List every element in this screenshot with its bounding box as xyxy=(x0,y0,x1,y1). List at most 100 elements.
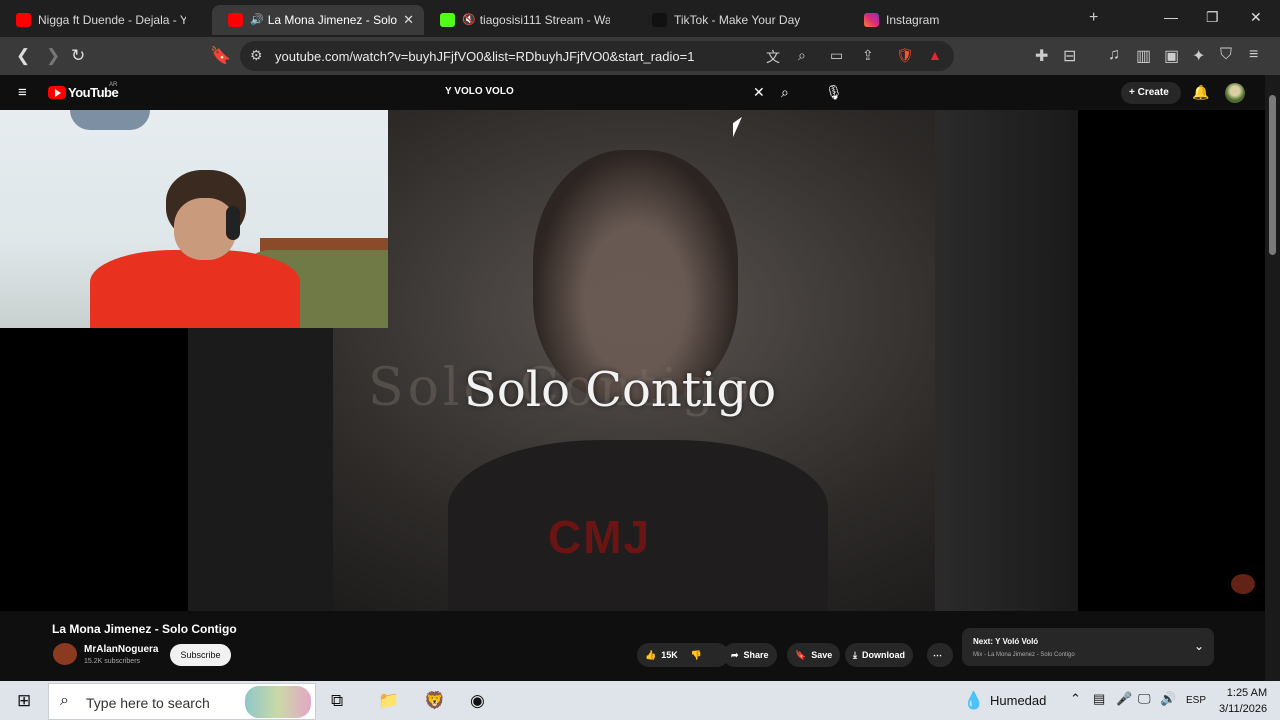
channel-avatar[interactable] xyxy=(53,643,77,665)
windows-start-icon[interactable]: ⊞ xyxy=(17,691,31,711)
monitor-icon[interactable]: 🖵 xyxy=(1138,691,1151,707)
task-view-icon[interactable]: ⧉ xyxy=(331,691,343,711)
video-overlay-title: Solo Contigo xyxy=(464,362,777,418)
restore-button[interactable]: ❐ xyxy=(1206,9,1219,26)
close-window-button[interactable]: ✕ xyxy=(1250,9,1262,26)
channel-watermark-icon[interactable] xyxy=(1231,574,1255,594)
brave-shields-icon[interactable]: 🛡 xyxy=(896,47,914,64)
streamer-figure xyxy=(90,170,300,328)
taskbar-search-placeholder[interactable]: Type here to search xyxy=(86,695,210,711)
up-next-card[interactable]: Next: Y Voló Voló Mix - La Mona Jimenez … xyxy=(962,628,1214,666)
like-dislike-group: 👍 15K 👎 xyxy=(637,643,729,667)
network-icon[interactable]: ▤ xyxy=(1093,691,1105,707)
subscribe-button[interactable]: Subscribe xyxy=(170,644,231,666)
taskbar-clock[interactable]: 1:25 AM 3/11/2026 xyxy=(1219,685,1267,717)
extensions-icon[interactable]: ✚ xyxy=(1035,46,1048,66)
video-title: La Mona Jimenez - Solo Contigo xyxy=(52,622,237,636)
next-video-title[interactable]: Next: Y Voló Voló xyxy=(973,637,1038,646)
tab-search-icon[interactable]: ⊟ xyxy=(1063,46,1076,66)
tab-nigga-ft-duende[interactable]: Nigga ft Duende - Dejala - YouTub xyxy=(0,5,212,35)
tab-instagram[interactable]: Instagram xyxy=(848,5,1060,35)
cast-icon[interactable]: ▭ xyxy=(830,47,843,64)
hamburger-menu-icon[interactable]: ≡ xyxy=(18,84,27,101)
tab-tiagosisi111-stream[interactable]: 🔇 tiagosisi111 Stream - Watch L xyxy=(424,5,636,35)
like-icon[interactable]: 👍 xyxy=(645,650,656,661)
create-button[interactable]: + Create xyxy=(1121,82,1181,104)
youtube-favicon-icon xyxy=(16,12,31,27)
address-bar[interactable]: ⚙ youtube.com/watch?v=buyhJFjfVO0&list=R… xyxy=(240,41,954,71)
page-scrollbar[interactable] xyxy=(1265,75,1280,681)
share-button[interactable]: ➦ Share xyxy=(723,643,777,667)
leo-ai-icon[interactable]: ✦ xyxy=(1192,46,1205,66)
minimize-button[interactable]: — xyxy=(1164,9,1178,25)
share-label: Share xyxy=(743,650,769,660)
video-letterbox-left xyxy=(188,328,333,611)
download-button[interactable]: ⤓ Download xyxy=(845,643,913,667)
close-tab-icon[interactable]: ✕ xyxy=(403,12,414,28)
translate-icon[interactable]: 文 xyxy=(766,47,780,67)
bookmark-icon[interactable]: 🔖 xyxy=(210,46,231,66)
download-label: Download xyxy=(861,650,905,660)
search-input[interactable]: Y VOLO VOLO ✕ xyxy=(436,80,774,106)
wallet-icon[interactable]: ▣ xyxy=(1164,46,1179,66)
avatar[interactable] xyxy=(1225,83,1245,103)
volume-icon[interactable]: 🔊 xyxy=(1160,691,1176,707)
sidebar-icon[interactable]: ▥ xyxy=(1136,46,1151,66)
rewards-icon[interactable]: ▲ xyxy=(928,47,942,63)
more-actions-button[interactable]: ⋯ xyxy=(927,643,953,667)
download-icon: ⤓ xyxy=(853,649,857,660)
scrollbar-thumb[interactable] xyxy=(1269,95,1276,255)
shirt-logo-text: CMJ xyxy=(548,511,652,563)
create-label: Create xyxy=(1137,87,1169,98)
menu-icon[interactable]: ≡ xyxy=(1249,46,1258,64)
vpn-icon[interactable]: ⛉ xyxy=(1220,46,1232,64)
tab-tiktok[interactable]: TikTok - Make Your Day xyxy=(636,5,848,35)
region-code: AR xyxy=(109,82,118,88)
chevron-down-icon[interactable]: ⌄ xyxy=(1194,639,1204,653)
microphone-icon[interactable]: 🎤 xyxy=(1116,691,1132,707)
brave-browser-icon[interactable]: 🦁 xyxy=(424,691,445,711)
more-icon: ⋯ xyxy=(933,649,942,660)
back-icon[interactable]: ❮ xyxy=(16,46,30,66)
tab-la-mona-jimenez[interactable]: 🔊 La Mona Jimenez - Solo C ✕ xyxy=(212,4,424,35)
headset-icon xyxy=(226,206,240,240)
share-icon[interactable]: ⇪ xyxy=(862,47,874,64)
dislike-icon[interactable]: 👎 xyxy=(691,650,702,661)
weather-drop-icon[interactable]: 💧 xyxy=(963,691,984,711)
save-icon: 🔖 xyxy=(795,649,807,660)
muted-speaker-icon[interactable]: 🔇 xyxy=(462,13,476,26)
plus-icon: + xyxy=(1129,87,1138,98)
clock-date: 3/11/2026 xyxy=(1219,703,1268,715)
weather-text[interactable]: Humedad xyxy=(990,693,1046,708)
youtube-logo-icon[interactable] xyxy=(48,86,66,99)
notifications-bell-icon[interactable]: 🔔 xyxy=(1192,84,1209,101)
tab-title: TikTok - Make Your Day xyxy=(674,12,801,27)
speaker-icon[interactable]: 🔊 xyxy=(250,13,264,26)
channel-name[interactable]: MrAlanNoguera xyxy=(84,644,158,655)
tab-title: Nigga ft Duende - Dejala - YouTub xyxy=(38,12,186,27)
next-video-subtitle: Mix - La Mona Jimenez - Solo Contigo xyxy=(973,652,1075,658)
forward-icon[interactable]: ❯ xyxy=(46,46,60,66)
taskbar-search-input[interactable]: ⌕ Type here to search xyxy=(48,683,316,720)
like-count[interactable]: 15K xyxy=(661,650,678,660)
clear-search-icon[interactable]: ✕ xyxy=(753,84,765,101)
microphone-icon[interactable]: 🎙 xyxy=(825,84,843,101)
search-value[interactable]: Y VOLO VOLO xyxy=(445,86,514,97)
site-settings-icon[interactable]: ⚙ xyxy=(250,47,263,64)
file-explorer-icon[interactable]: 📁 xyxy=(378,691,399,711)
new-tab-button[interactable]: + xyxy=(1089,9,1098,27)
video-player[interactable]: CMJ Solo Contigo Solo Contigo xyxy=(0,110,1265,611)
webcam-overlay xyxy=(0,110,388,328)
chevron-up-icon[interactable]: ⌃ xyxy=(1070,691,1081,707)
media-icon[interactable]: ♫ xyxy=(1108,46,1120,64)
language-indicator[interactable]: ESP xyxy=(1186,695,1206,706)
youtube-favicon-icon xyxy=(228,12,243,27)
search-icon[interactable]: ⌕ xyxy=(781,84,789,101)
tab-title: Instagram xyxy=(886,12,940,27)
reload-icon[interactable]: ↻ xyxy=(71,46,85,66)
instagram-favicon-icon xyxy=(864,12,879,27)
zoom-icon[interactable]: ⌕ xyxy=(798,47,806,64)
obs-studio-icon[interactable]: ◉ xyxy=(470,691,485,711)
url-text[interactable]: youtube.com/watch?v=buyhJFjfVO0&list=RDb… xyxy=(275,49,694,64)
save-button[interactable]: 🔖 Save xyxy=(787,643,841,667)
